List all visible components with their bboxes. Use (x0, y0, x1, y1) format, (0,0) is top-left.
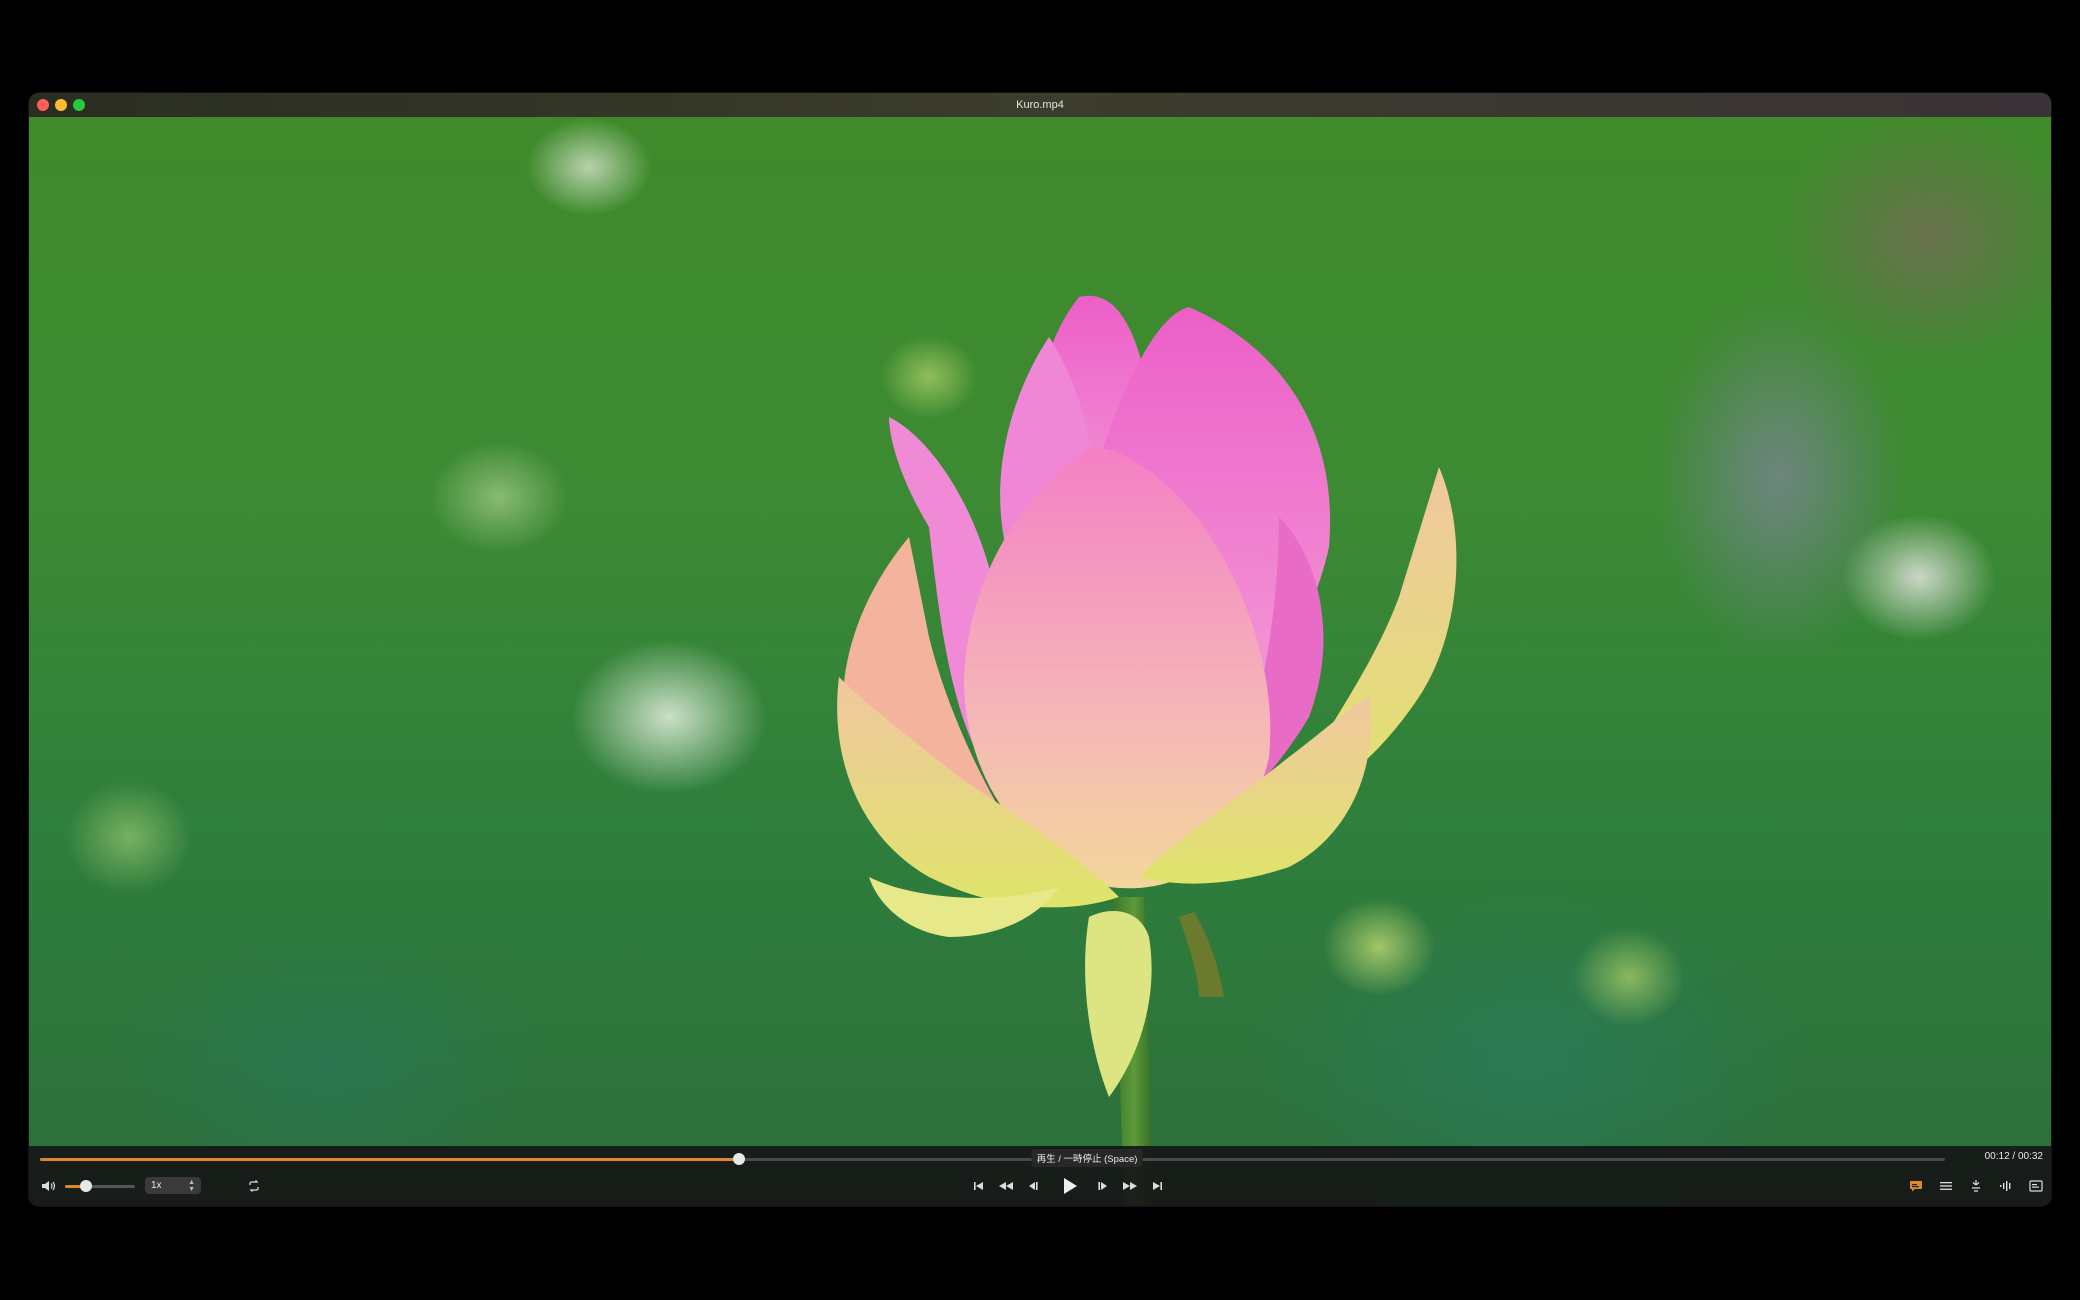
title-bar[interactable]: Kuro.mp4 (29, 93, 2051, 117)
speaker-icon[interactable] (38, 1176, 58, 1196)
close-window-button[interactable] (37, 99, 49, 111)
time-display: 00:12 / 00:32 (1984, 1151, 2043, 1162)
volume-handle[interactable] (80, 1180, 92, 1192)
info-panel-icon[interactable] (2026, 1176, 2046, 1196)
subtitles-icon[interactable] (1906, 1176, 1926, 1196)
play-pause-tooltip: 再生 / 一時停止 (Space) (1031, 1149, 1143, 1167)
audio-track-icon[interactable] (1996, 1176, 2016, 1196)
speed-select[interactable]: 1x ▲ ▼ (145, 1177, 201, 1194)
playback-controls: 再生 / 一時停止 (Space) 00:12 / 00:32 1x ▲ ▼ (29, 1146, 2051, 1206)
window-title: Kuro.mp4 (1016, 99, 1064, 111)
seek-bar-handle[interactable] (733, 1153, 746, 1165)
step-back-icon[interactable] (1023, 1176, 1043, 1196)
skip-start-icon[interactable] (969, 1176, 989, 1196)
chapters-icon[interactable] (1936, 1176, 1956, 1196)
seek-bar-progress (40, 1158, 740, 1161)
step-forward-icon[interactable] (1093, 1176, 1113, 1196)
control-row: 1x ▲ ▼ (29, 1174, 2051, 1198)
minimize-window-button[interactable] (55, 99, 67, 111)
speed-label: 1x (151, 1180, 162, 1191)
pip-icon[interactable] (1966, 1176, 1986, 1196)
skip-end-icon[interactable] (1147, 1176, 1167, 1196)
rewind-icon[interactable] (996, 1176, 1016, 1196)
maximize-window-button[interactable] (73, 99, 85, 111)
video-frame[interactable] (29, 117, 2051, 1206)
updown-chevron-icon: ▲ ▼ (188, 1178, 195, 1193)
seek-bar[interactable] (40, 1153, 1945, 1165)
play-icon[interactable] (1059, 1175, 1081, 1197)
fast-forward-icon[interactable] (1120, 1176, 1140, 1196)
loop-icon[interactable] (244, 1176, 264, 1196)
window-controls (37, 99, 85, 111)
lotus-flower-image (837, 295, 1457, 1206)
player-window: Kuro.mp4 再生 / 一時停止 (Space) 00:12 / 00:32… (29, 93, 2051, 1206)
volume-slider[interactable] (65, 1180, 135, 1192)
